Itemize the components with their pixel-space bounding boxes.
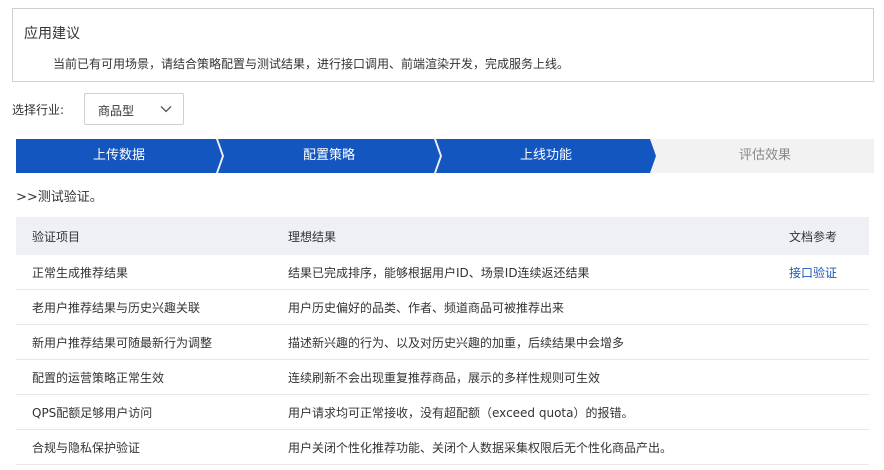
advice-panel: 应用建议 当前已有可用场景，请结合策略配置与测试结果，进行接口调用、前端渲染开发…	[12, 8, 874, 82]
step-label: 上线功能	[519, 148, 572, 163]
header-result: 理想结果	[288, 229, 337, 244]
step-upload-data[interactable]: 上传数据	[16, 139, 222, 173]
step-label: 评估效果	[738, 148, 791, 163]
industry-label: 选择行业:	[12, 103, 65, 117]
row-item: 配置的运营策略正常生效	[32, 370, 165, 385]
step-label: 上传数据	[92, 148, 145, 163]
header-item: 验证项目	[32, 229, 81, 244]
step-configure-strategy[interactable]: 配置策略	[218, 139, 440, 173]
advice-text: 当前已有可用场景，请结合策略配置与测试结果，进行接口调用、前端渲染开发，完成服务…	[53, 57, 570, 71]
chevron-down-icon	[160, 106, 172, 113]
row-item: 新用户推荐结果可随最新行为调整	[32, 335, 213, 350]
table-row: 正常生成推荐结果 结果已完成排序，能够根据用户ID、场景ID连续返还结果 接口验…	[16, 255, 869, 290]
step-go-live[interactable]: 上线功能	[436, 139, 656, 173]
industry-select-value: 商品型	[98, 104, 135, 118]
row-result: 描述新兴趣的行为、以及对历史兴趣的加重，后续结果中会增多	[288, 335, 625, 350]
progress-steps: 上传数据 配置策略 上线功能 评估效果	[16, 139, 874, 173]
table-row: QPS配额足够用户访问 用户请求均可正常接收，没有超配额（exceed quot…	[16, 395, 869, 430]
table-row: 合规与隐私保护验证 用户关闭个性化推荐功能、关闭个人数据采集权限后无个性化商品产…	[16, 430, 869, 465]
header-doc: 文档参考	[789, 229, 838, 244]
doc-link-api-verify[interactable]: 接口验证	[789, 255, 837, 289]
row-item: 老用户推荐结果与历史兴趣关联	[32, 300, 201, 315]
row-result: 用户请求均可正常接收，没有超配额（exceed quota）的报错。	[288, 405, 634, 420]
row-result: 结果已完成排序，能够根据用户ID、场景ID连续返还结果	[288, 265, 590, 280]
row-result: 用户历史偏好的品类、作者、频道商品可被推荐出来	[288, 300, 565, 315]
advice-title: 应用建议	[24, 26, 80, 42]
step-label: 配置策略	[302, 148, 355, 163]
verification-table: 验证项目 理想结果 文档参考 正常生成推荐结果 结果已完成排序，能够根据用户ID…	[16, 217, 869, 465]
row-result: 连续刷新不会出现重复推荐商品，展示的多样性规则可生效	[288, 370, 601, 385]
row-item: 正常生成推荐结果	[32, 265, 129, 280]
industry-select[interactable]: 商品型	[84, 93, 184, 125]
table-row: 新用户推荐结果可随最新行为调整 描述新兴趣的行为、以及对历史兴趣的加重，后续结果…	[16, 325, 869, 360]
row-item: QPS配额足够用户访问	[32, 405, 153, 420]
row-result: 用户关闭个性化推荐功能、关闭个人数据采集权限后无个性化商品产出。	[288, 440, 673, 455]
step-evaluate[interactable]: 评估效果	[656, 139, 874, 173]
table-header: 验证项目 理想结果 文档参考	[16, 217, 869, 255]
row-item: 合规与隐私保护验证	[32, 440, 141, 455]
table-row: 配置的运营策略正常生效 连续刷新不会出现重复推荐商品，展示的多样性规则可生效	[16, 360, 869, 395]
section-title: >>测试验证。	[16, 190, 103, 205]
table-row: 老用户推荐结果与历史兴趣关联 用户历史偏好的品类、作者、频道商品可被推荐出来	[16, 290, 869, 325]
